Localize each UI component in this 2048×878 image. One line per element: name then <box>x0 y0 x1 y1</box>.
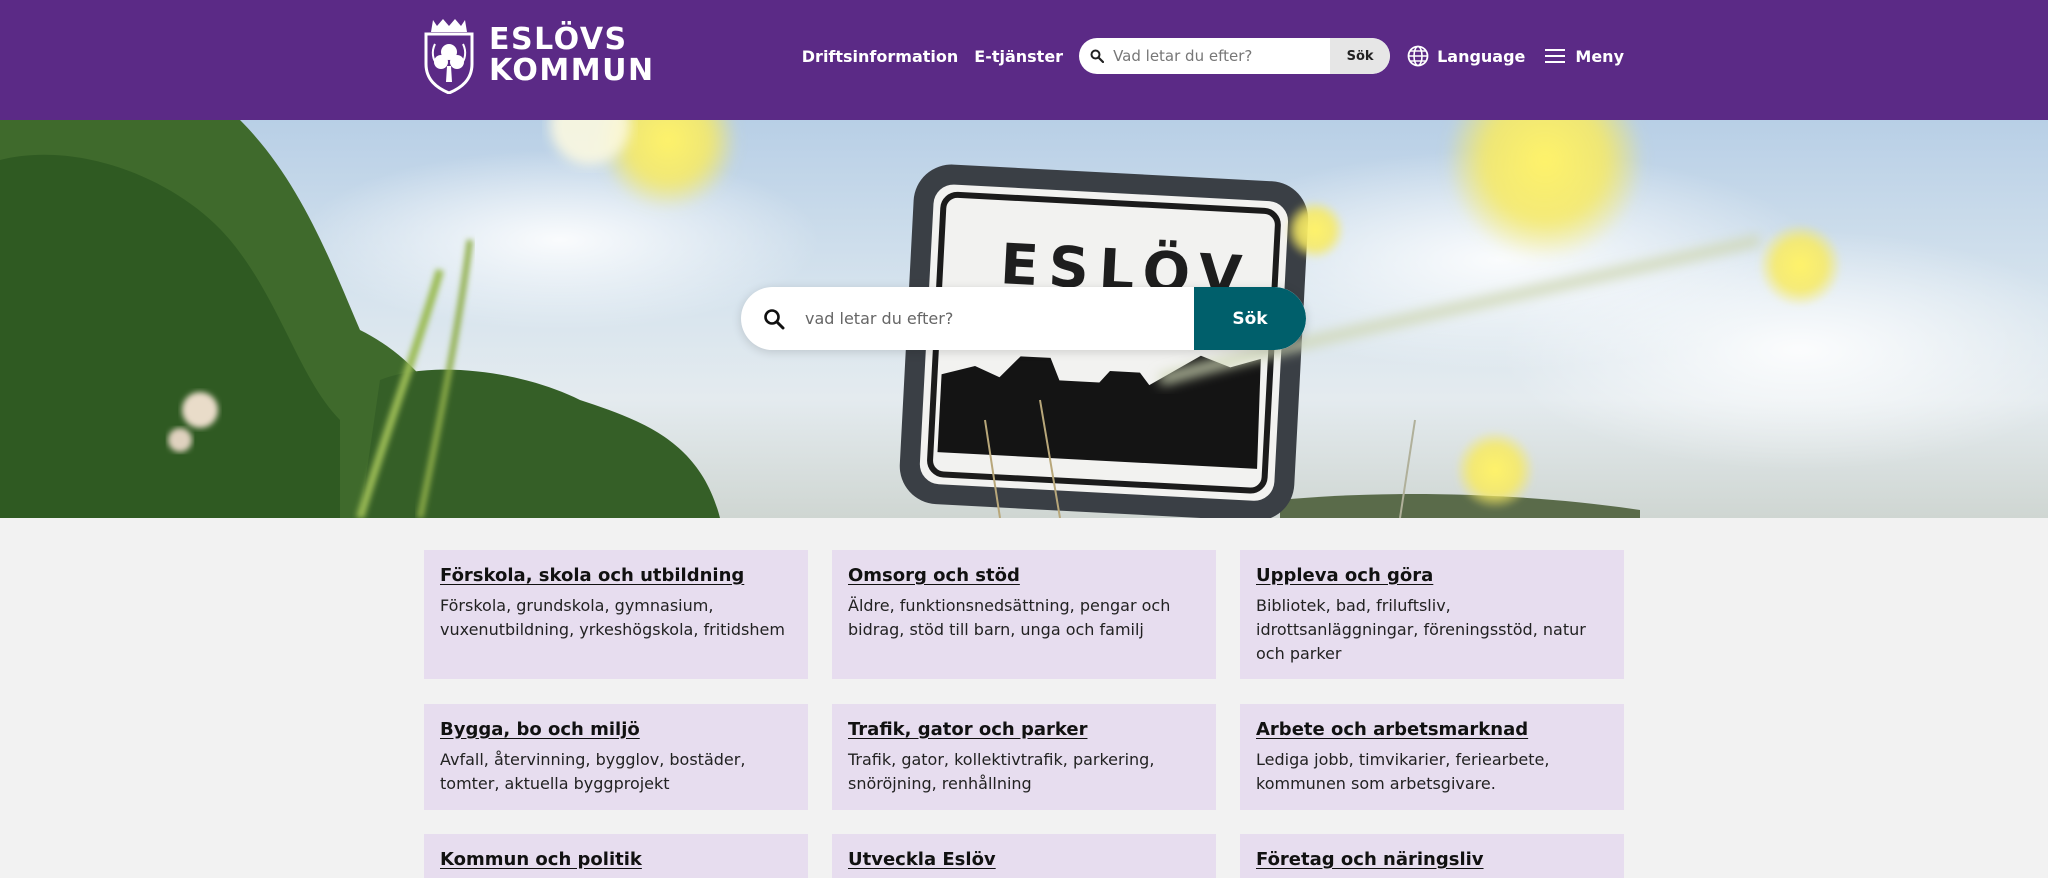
nav-driftsinformation[interactable]: Driftsinformation <box>802 47 959 66</box>
hero-search: Sök <box>741 287 1306 350</box>
menu-label: Meny <box>1575 46 1624 66</box>
card-arbete-arbetsmarknad[interactable]: Arbete och arbetsmarknad Lediga jobb, ti… <box>1240 704 1624 810</box>
globe-icon <box>1407 45 1429 67</box>
nav-e-tjanster[interactable]: E-tjänster <box>974 47 1063 66</box>
card-title[interactable]: Uppleva och göra <box>1256 565 1433 586</box>
card-uppleva-gora[interactable]: Uppleva och göra Bibliotek, bad, friluft… <box>1240 550 1624 679</box>
card-description: Avfall, återvinning, bygglov, bostäder, … <box>440 750 746 793</box>
logo-line2: KOMMUN <box>489 53 655 88</box>
card-utveckla-eslov[interactable]: Utveckla Eslöv <box>832 834 1216 878</box>
hero-search-input[interactable] <box>805 309 1165 328</box>
crest-logo-icon <box>424 19 474 94</box>
card-forskola-skola[interactable]: Förskola, skola och utbildning Förskola,… <box>424 550 808 679</box>
header-search-input[interactable] <box>1113 47 1324 65</box>
search-icon <box>764 308 785 329</box>
card-description: Förskola, grundskola, gymnasium, vuxenut… <box>440 596 785 639</box>
card-description: Bibliotek, bad, friluftsliv, idrottsanlä… <box>1256 596 1586 663</box>
logo-link[interactable]: ESLÖVS KOMMUN <box>423 16 655 94</box>
header-search: Sök <box>1079 38 1391 74</box>
card-title[interactable]: Arbete och arbetsmarknad <box>1256 719 1528 740</box>
logo-text: ESLÖVS KOMMUN <box>489 24 655 86</box>
card-title[interactable]: Förskola, skola och utbildning <box>440 565 744 586</box>
search-icon <box>1090 49 1105 63</box>
hero-banner: ESLÖV Sök <box>0 120 2048 518</box>
card-title[interactable]: Bygga, bo och miljö <box>440 719 640 740</box>
card-description: Äldre, funktionsnedsättning, pengar och … <box>848 596 1171 639</box>
logo-line1: ESLÖVS <box>489 22 628 57</box>
card-kommun-politik[interactable]: Kommun och politik <box>424 834 808 878</box>
card-description: Lediga jobb, timvikarier, feriearbete, k… <box>1256 750 1550 793</box>
hamburger-menu-icon <box>1545 49 1566 63</box>
card-trafik-gator[interactable]: Trafik, gator och parker Trafik, gator, … <box>832 704 1216 810</box>
card-title[interactable]: Omsorg och stöd <box>848 565 1020 586</box>
header-search-button[interactable]: Sök <box>1330 38 1391 74</box>
hero-search-button[interactable]: Sök <box>1194 287 1306 350</box>
card-bygga-bo-miljo[interactable]: Bygga, bo och miljö Avfall, återvinning,… <box>424 704 808 810</box>
card-title[interactable]: Utveckla Eslöv <box>848 849 996 870</box>
language-label: Language <box>1437 46 1526 66</box>
menu-button[interactable]: Meny <box>1545 47 1624 66</box>
header-nav: Driftsinformation E-tjänster Sök Languag… <box>802 38 1624 74</box>
card-title[interactable]: Kommun och politik <box>440 849 642 870</box>
card-title[interactable]: Trafik, gator och parker <box>848 719 1087 740</box>
card-description: Trafik, gator, kollektivtrafik, parkerin… <box>848 750 1155 793</box>
card-omsorg-stod[interactable]: Omsorg och stöd Äldre, funktionsnedsättn… <box>832 550 1216 679</box>
card-foretag-naringsliv[interactable]: Företag och näringsliv <box>1240 834 1624 878</box>
card-title[interactable]: Företag och näringsliv <box>1256 849 1484 870</box>
language-button[interactable]: Language <box>1407 45 1525 67</box>
site-header: ESLÖVS KOMMUN Driftsinformation E-tjänst… <box>0 0 2048 120</box>
